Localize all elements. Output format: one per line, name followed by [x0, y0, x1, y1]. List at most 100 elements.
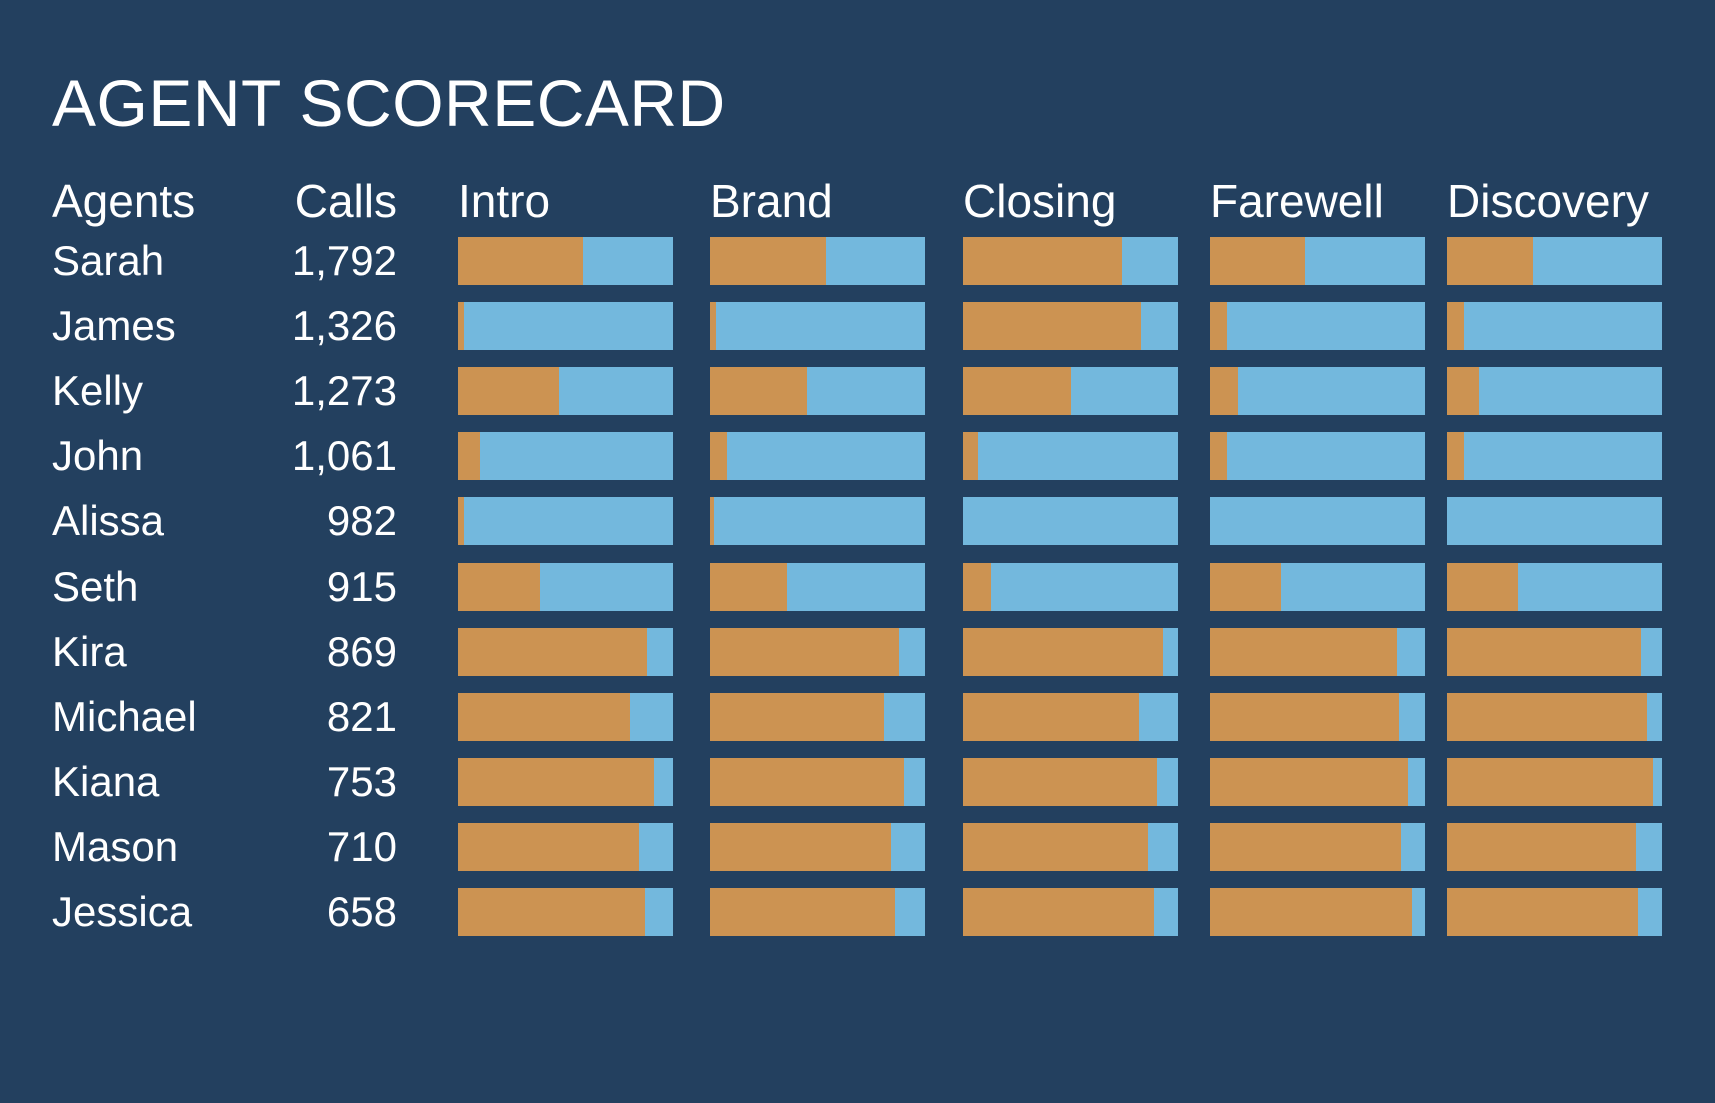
metric-bar-intro: [458, 692, 673, 741]
metric-bar-farewell: [1210, 888, 1425, 937]
metric-bar-fill: [963, 301, 1142, 350]
metric-bar-farewell: [1210, 366, 1425, 415]
metric-bar-fill: [1210, 301, 1228, 350]
metric-bar-fill: [1210, 562, 1281, 611]
metric-bar-brand: [710, 366, 925, 415]
metric-bar-fill: [710, 366, 807, 415]
metric-bar-brand: [710, 758, 925, 807]
metric-bar-discovery: [1447, 301, 1662, 350]
metric-bar-fill: [1447, 888, 1639, 937]
agent-name: James: [52, 301, 176, 349]
agent-scorecard-board: AGENT SCORECARD Agents Calls Intro Brand…: [0, 0, 1715, 1103]
metric-bar-fill: [963, 888, 1155, 937]
agent-name: Sarah: [52, 236, 165, 284]
calls-count: 710: [326, 823, 397, 871]
metric-bar-fill: [1210, 888, 1413, 937]
metric-bar-fill: [1210, 627, 1398, 676]
calls-count: 869: [326, 627, 397, 675]
metric-bar-farewell: [1210, 301, 1425, 350]
table-row: John 1,061: [0, 424, 1715, 489]
table-row: Kiana 753: [0, 750, 1715, 815]
metric-bar-fill: [1447, 301, 1465, 350]
metric-bar-brand: [710, 823, 925, 872]
metric-bar-fill: [963, 692, 1140, 741]
metric-bar-fill: [710, 432, 728, 481]
page-title: AGENT SCORECARD: [52, 66, 726, 140]
metric-bar-discovery: [1447, 432, 1662, 481]
metric-bar-fill: [458, 758, 654, 807]
metric-bar-fill: [458, 497, 465, 546]
agent-name: Kelly: [52, 366, 144, 414]
metric-bar-fill: [458, 236, 583, 285]
table-row: Sarah 1,792: [0, 228, 1715, 293]
column-header-calls: Calls: [294, 175, 397, 227]
table-row: Mason 710: [0, 815, 1715, 880]
metric-bar-farewell: [1210, 236, 1425, 285]
metric-bar-brand: [710, 432, 925, 481]
metric-bar-intro: [458, 432, 673, 481]
metric-bar-closing: [963, 627, 1178, 676]
metric-bar-fill: [458, 562, 540, 611]
metric-bar-fill: [1447, 562, 1518, 611]
metric-bar-closing: [963, 692, 1178, 741]
metric-bar-intro: [458, 758, 673, 807]
metric-bar-discovery: [1447, 888, 1662, 937]
metric-bar-closing: [963, 236, 1178, 285]
metric-bar-fill: [963, 758, 1157, 807]
metric-bar-intro: [458, 301, 673, 350]
metric-bar-closing: [963, 301, 1178, 350]
metric-bar-fill: [963, 432, 979, 481]
calls-count: 915: [326, 562, 397, 610]
metric-bar-fill: [458, 692, 630, 741]
metric-bar-fill: [1447, 236, 1533, 285]
metric-bar-brand: [710, 562, 925, 611]
metric-bar-fill: [710, 758, 904, 807]
metric-bar-fill: [458, 627, 648, 676]
metric-bar-fill: [963, 627, 1163, 676]
metric-bar-discovery: [1447, 823, 1662, 872]
agent-name: John: [52, 432, 144, 480]
calls-count: 1,326: [291, 301, 397, 349]
table-row: Michael 821: [0, 684, 1715, 749]
table-row: Jessica 658: [0, 880, 1715, 945]
metric-bar-closing: [963, 562, 1178, 611]
calls-count: 1,792: [291, 236, 397, 284]
metric-bar-discovery: [1447, 366, 1662, 415]
calls-count: 821: [326, 692, 397, 740]
metric-bar-fill: [1210, 236, 1305, 285]
agent-name: Seth: [52, 562, 139, 610]
column-header-farewell: Farewell: [1210, 175, 1384, 227]
column-header-discovery: Discovery: [1447, 175, 1649, 227]
metric-bar-fill: [963, 236, 1123, 285]
agent-name: Mason: [52, 823, 179, 871]
metric-bar-fill: [1210, 366, 1238, 415]
metric-bar-intro: [458, 888, 673, 937]
metric-bar-fill: [710, 692, 885, 741]
metric-bar-discovery: [1447, 562, 1662, 611]
metric-bar-farewell: [1210, 562, 1425, 611]
calls-count: 753: [326, 758, 397, 806]
metric-bar-brand: [710, 627, 925, 676]
metric-bar-discovery: [1447, 497, 1662, 546]
column-header-agents: Agents: [52, 175, 196, 227]
metric-bar-fill: [1447, 758, 1654, 807]
metric-bar-fill: [458, 301, 465, 350]
metric-bar-fill: [710, 823, 891, 872]
metric-bar-fill: [1447, 366, 1480, 415]
metric-bar-closing: [963, 888, 1178, 937]
metric-bar-intro: [458, 627, 673, 676]
metric-bar-intro: [458, 236, 673, 285]
metric-bar-farewell: [1210, 497, 1425, 546]
metric-bar-fill: [710, 627, 900, 676]
metric-bar-fill: [710, 562, 788, 611]
metric-bar-farewell: [1210, 432, 1425, 481]
metric-bar-intro: [458, 562, 673, 611]
column-header-intro: Intro: [458, 175, 551, 227]
metric-bar-fill: [1447, 823, 1637, 872]
metric-bar-fill: [458, 432, 480, 481]
metric-bar-fill: [1210, 758, 1408, 807]
metric-bar-fill: [458, 888, 646, 937]
metric-bar-farewell: [1210, 823, 1425, 872]
metric-bar-farewell: [1210, 627, 1425, 676]
metric-bar-closing: [963, 497, 1178, 546]
